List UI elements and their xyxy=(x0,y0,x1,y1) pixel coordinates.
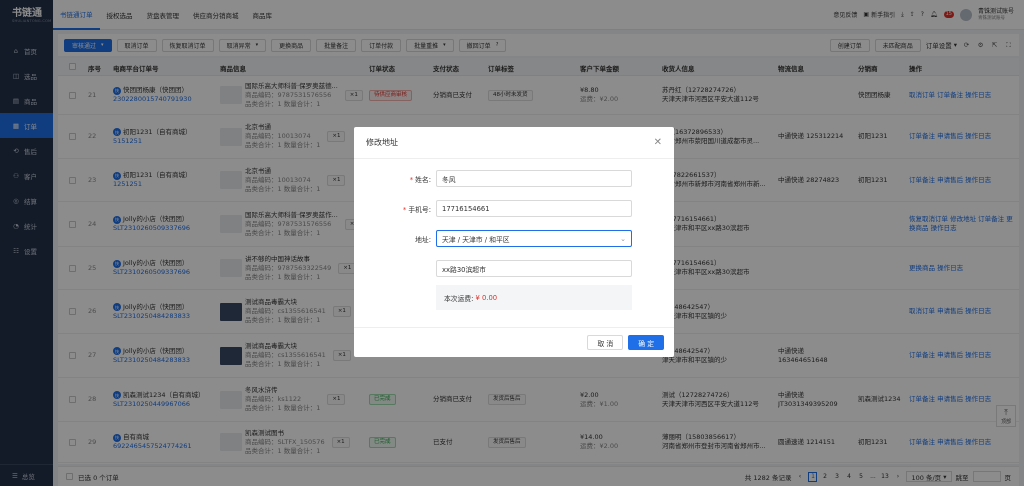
name-label: * 姓名: xyxy=(354,174,436,184)
name-label-text: 姓名: xyxy=(415,175,431,184)
address-row: 地址: 天津 / 天津市 / 和平区 ⌄ xyxy=(354,230,674,247)
phone-label-text: 手机号: xyxy=(408,205,431,214)
close-icon[interactable]: ✕ xyxy=(654,137,662,148)
required-mark: * xyxy=(402,205,407,214)
phone-row: * 手机号: 17716154661 xyxy=(354,200,674,217)
phone-value: 17716154661 xyxy=(442,204,490,213)
name-field[interactable]: 冬风 xyxy=(436,170,632,187)
address-label: 地址: xyxy=(415,235,431,244)
name-row: * 姓名: 冬风 xyxy=(354,170,674,187)
detail-value: xx路30滨超市 xyxy=(442,265,486,274)
required-mark: * xyxy=(409,175,414,184)
dialog-title: 修改地址 xyxy=(366,138,398,147)
dialog-footer: 取 消 确 定 xyxy=(354,327,674,357)
phone-field[interactable]: 17716154661 xyxy=(436,200,632,217)
detail-address-field[interactable]: xx路30滨超市 xyxy=(436,260,632,277)
region-value: 天津 / 天津市 / 和平区 xyxy=(442,235,510,244)
fee-value: ¥ 0.00 xyxy=(475,293,498,302)
confirm-button[interactable]: 确 定 xyxy=(628,335,664,350)
phone-label: * 手机号: xyxy=(354,204,436,214)
cancel-button[interactable]: 取 消 xyxy=(587,335,624,350)
freight-box: 本次运费: ¥ 0.00 xyxy=(436,285,632,310)
fee-label: 本次运费: xyxy=(444,294,474,303)
region-select[interactable]: 天津 / 天津市 / 和平区 ⌄ xyxy=(436,230,632,247)
name-value: 冬风 xyxy=(442,175,456,184)
edit-address-dialog: 修改地址 ✕ * 姓名: 冬风 * 手机号: 17716154661 地址: 天津 … xyxy=(354,127,674,357)
detail-row: xx路30滨超市 xyxy=(354,260,674,277)
dialog-header: 修改地址 ✕ xyxy=(354,127,674,159)
fee-row: 本次运费: ¥ 0.00 xyxy=(354,285,674,310)
chevron-down-icon: ⌄ xyxy=(620,234,626,243)
